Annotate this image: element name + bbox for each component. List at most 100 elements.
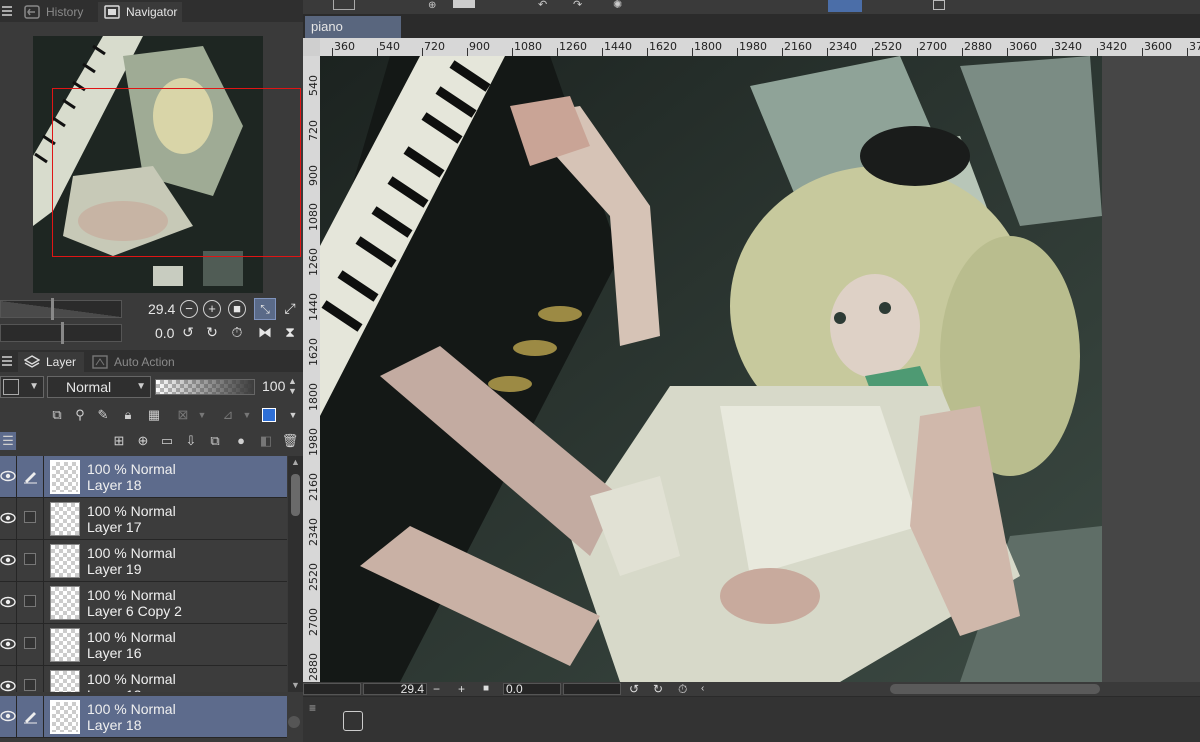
eye-icon[interactable] — [0, 512, 16, 524]
canvas-area[interactable] — [320, 56, 1200, 682]
scroll-up-icon[interactable]: ▲ — [291, 457, 300, 467]
eye-icon[interactable] — [0, 554, 16, 566]
rotate-slider[interactable] — [0, 322, 122, 344]
new-raster-layer-icon[interactable]: ⊞ — [110, 432, 128, 450]
panel-menu-icon[interactable]: ≡ — [309, 701, 316, 715]
layer-item[interactable]: 100 % Normal Layer 19 — [0, 540, 287, 582]
undo-icon[interactable]: ↶ — [538, 0, 547, 11]
actual-size-button[interactable]: ⤢ — [279, 298, 301, 320]
flip-vertical-icon[interactable]: ⧗ — [279, 322, 301, 344]
zoom-slider-knob[interactable] — [51, 298, 54, 320]
redo-icon[interactable]: ↷ — [573, 0, 582, 11]
layer-color-dropdown[interactable]: ▼ — [0, 376, 44, 398]
layer-select-checkbox[interactable] — [24, 511, 36, 523]
zoom-in-icon[interactable]: + — [458, 682, 465, 696]
zoom-slider[interactable] — [0, 298, 122, 320]
toolbar-icon[interactable] — [333, 0, 355, 10]
layer-item[interactable]: 100 % Normal Layer 6 Copy 2 — [0, 582, 287, 624]
artwork-canvas[interactable] — [320, 56, 1102, 682]
layer-item[interactable]: 100 % Normal Layer 16 — [0, 624, 287, 666]
zoom-in-button[interactable]: + — [203, 300, 221, 318]
layer-panel-menu-icon[interactable] — [2, 356, 12, 368]
tab-auto-action[interactable]: Auto Action — [86, 352, 186, 372]
scroll-left-icon[interactable]: ‹ — [701, 682, 704, 696]
opacity-stepper[interactable]: ▲ ▼ — [288, 376, 297, 396]
horizontal-scrollbar[interactable] — [890, 684, 1100, 694]
layer-name: Layer 17 — [87, 519, 142, 535]
create-layer-mask-icon[interactable]: ● — [232, 432, 250, 450]
vertical-ruler[interactable]: 540 720 900 1080 1260 1440 1620 1800 1980 2160 234… — [303, 56, 320, 682]
apply-mask-icon[interactable]: ◧ — [257, 432, 275, 450]
device-icon[interactable] — [933, 0, 945, 10]
fit-window-button[interactable]: ⤡ — [254, 298, 276, 320]
clear-icon[interactable]: ✺ — [613, 0, 622, 11]
tab-history[interactable]: History — [18, 2, 98, 22]
layer-item[interactable]: 100 % Normal Layer 18 — [0, 456, 287, 498]
layer-select-checkbox[interactable] — [24, 595, 36, 607]
fit-icon[interactable]: ■ — [483, 682, 489, 696]
rotate-slider-knob[interactable] — [61, 322, 64, 344]
eye-icon[interactable] — [0, 470, 16, 482]
layer-item[interactable]: 100 % NormalLayer 13 — [0, 666, 287, 692]
tab-navigator[interactable]: Navigator — [98, 2, 182, 22]
layer-list-scroll-thumb[interactable] — [291, 474, 300, 516]
draft-layer-icon[interactable]: ✎ — [94, 406, 112, 424]
transfer-to-lower-layer-icon[interactable]: ⇩ — [182, 432, 200, 450]
rotate-left-icon[interactable]: ↺ — [177, 322, 199, 344]
save-icon[interactable] — [453, 0, 475, 8]
scroll-down-icon[interactable]: ▼ — [291, 680, 300, 690]
zoom-field[interactable]: 29.4 — [363, 683, 427, 695]
zoom-fit-button[interactable]: ■ — [228, 300, 246, 318]
clip-lower-layer-icon[interactable]: ⧉ — [48, 406, 66, 424]
zoom-out-icon[interactable]: − — [433, 682, 440, 696]
navigator-view-rect[interactable] — [52, 88, 301, 257]
reset-rotation-bottom-icon[interactable]: ⏱ — [678, 682, 687, 696]
eye-icon[interactable] — [0, 710, 16, 722]
snap-icon[interactable] — [828, 0, 862, 12]
current-layer-item[interactable]: 100 % Normal Layer 18 — [0, 696, 287, 738]
reset-rotation-icon[interactable]: ⏱ — [226, 322, 248, 344]
zoom-slider-bottom[interactable] — [303, 683, 361, 695]
rotate-slider-bottom[interactable] — [563, 683, 621, 695]
layer-list-scrollbar[interactable]: ▲ ▼ — [288, 456, 303, 692]
rotate-left-bottom-icon[interactable]: ↺ — [629, 682, 639, 696]
chevron-down-icon[interactable]: ▼ — [193, 406, 211, 424]
chevron-down-icon[interactable]: ▼ — [284, 406, 302, 424]
new-folder-icon[interactable]: ▭ — [158, 432, 176, 450]
layer-select-checkbox[interactable] — [24, 553, 36, 565]
layer-item[interactable]: 100 % Normal Layer 17 — [0, 498, 287, 540]
lock-transparency-icon[interactable]: ▦ — [145, 406, 163, 424]
panel-view-toggle-icon[interactable]: ☰ — [0, 432, 16, 450]
layer-select-checkbox[interactable] — [24, 679, 36, 691]
layout-icon[interactable] — [343, 711, 363, 731]
rotate-right-bottom-icon[interactable]: ↻ — [653, 682, 663, 696]
horizontal-ruler[interactable]: 360 540 720 900 1080 1260 1440 1620 1800 1980 2160… — [320, 38, 1200, 56]
layer-select-checkbox[interactable] — [24, 637, 36, 649]
merge-down-icon[interactable]: ⧉ — [206, 432, 224, 450]
rotate-field[interactable]: 0.0 — [503, 683, 561, 695]
eye-icon[interactable] — [0, 680, 16, 692]
scroll-handle-icon[interactable] — [288, 716, 300, 728]
delete-layer-icon[interactable]: 🗑︎ — [281, 432, 299, 450]
eye-icon[interactable] — [0, 638, 16, 650]
eye-icon[interactable] — [0, 596, 16, 608]
tab-layer[interactable]: Layer — [18, 352, 84, 372]
rotate-right-icon[interactable]: ↻ — [201, 322, 223, 344]
new-icon[interactable]: ⊕ — [428, 0, 436, 11]
layer-color-icon[interactable] — [262, 408, 276, 422]
ruler-icon[interactable]: ⊿ — [219, 406, 237, 424]
chevron-down-icon[interactable]: ▼ — [238, 406, 256, 424]
opacity-slider[interactable] — [155, 379, 255, 395]
blend-mode-select[interactable]: Normal ▼ — [47, 376, 151, 398]
reference-layer-icon[interactable]: ⚲ — [71, 406, 89, 424]
layer-opacity-mode: 100 % Normal — [87, 629, 176, 645]
lock-layer-icon[interactable]: 🔒︎ — [119, 406, 137, 424]
document-tab[interactable]: piano — [305, 16, 401, 38]
mask-icon[interactable]: ⊠ — [174, 406, 192, 424]
document-tab-title: piano — [311, 19, 343, 34]
zoom-out-button[interactable]: − — [180, 300, 198, 318]
new-vector-layer-icon[interactable]: ⊕ — [134, 432, 152, 450]
ruler-tick-label: 540 — [379, 40, 400, 53]
flip-horizontal-icon[interactable]: ⧓ — [254, 322, 276, 344]
panel-menu-icon[interactable] — [2, 6, 12, 18]
